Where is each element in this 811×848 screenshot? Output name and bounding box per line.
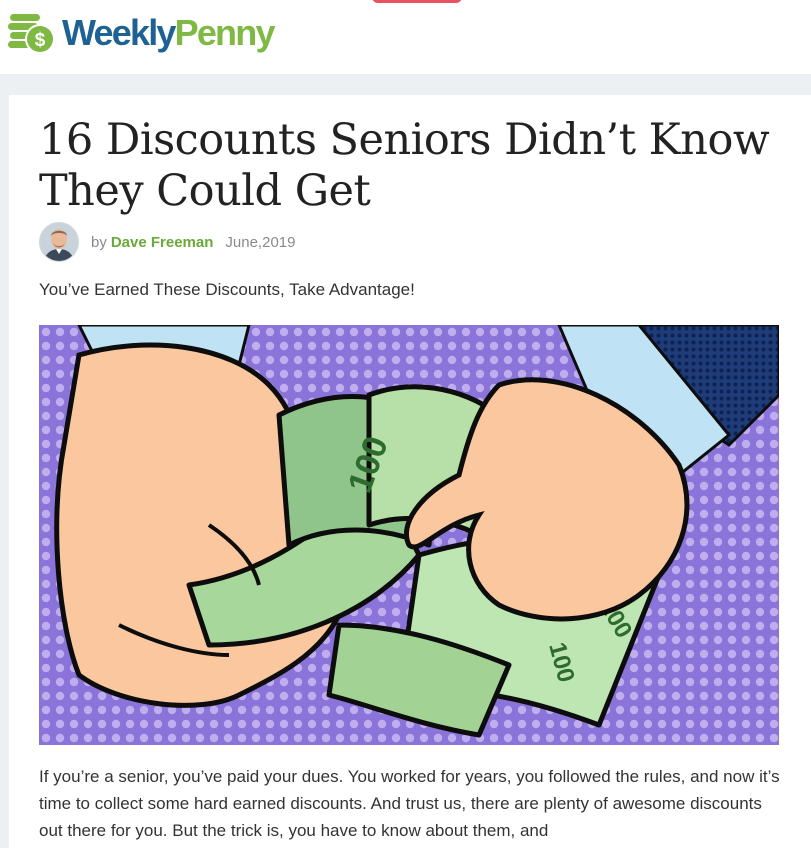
article-subtitle: You’ve Earned These Discounts, Take Adva… xyxy=(39,280,415,299)
logo-word-penny: Penny xyxy=(174,12,276,53)
byline-prefix: by xyxy=(91,233,107,251)
top-tab[interactable] xyxy=(372,0,462,3)
hero-image: 100 100 100 xyxy=(39,325,779,745)
byline: by Dave Freeman June,2019 xyxy=(39,222,295,262)
logo-word-weekly: Weekly xyxy=(62,12,176,53)
author-avatar[interactable] xyxy=(39,222,79,262)
site-header: $ WeeklyPenny xyxy=(0,0,811,74)
coin-stack-icon: $ xyxy=(8,10,56,56)
svg-text:$: $ xyxy=(35,30,46,51)
article-body: If you’re a senior, you’ve paid your due… xyxy=(39,767,780,840)
article-card: 16 Discounts Seniors Didn’t Know They Co… xyxy=(9,95,811,848)
site-logo[interactable]: $ WeeklyPenny xyxy=(8,6,276,60)
publish-date: June,2019 xyxy=(225,233,296,251)
article-title: 16 Discounts Seniors Didn’t Know They Co… xyxy=(39,115,770,216)
author-link[interactable]: Dave Freeman xyxy=(111,234,214,251)
logo-text: WeeklyPenny xyxy=(62,12,276,53)
